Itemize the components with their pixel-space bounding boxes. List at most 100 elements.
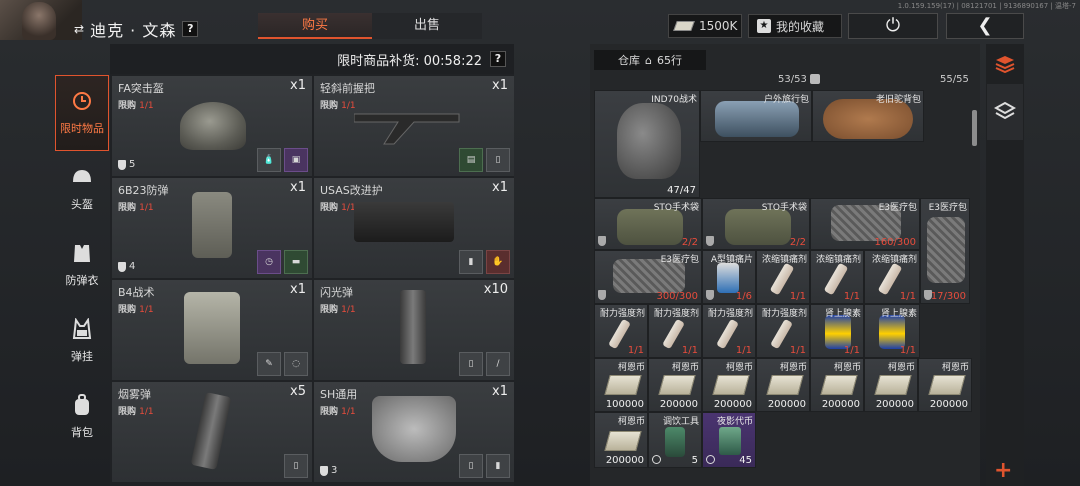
inv-coin-4[interactable]: 柯恩币 200000 (756, 358, 810, 412)
category-rig[interactable]: 弹挂 (55, 303, 109, 379)
chat-icon[interactable]: ◌ (284, 352, 308, 376)
pills-icon[interactable]: ▮ (486, 454, 510, 478)
cash-icon (673, 21, 695, 31)
required-items: ▯ ▮ (459, 454, 510, 478)
shop-item-6b23-vest[interactable]: 6B23防弹 限购 1/1 x1 4 ◷ ▬ (112, 178, 312, 278)
sort-button[interactable] (987, 84, 1023, 140)
category-vest[interactable]: 防弹衣 (55, 227, 109, 303)
kit-icon[interactable]: ▤ (459, 148, 483, 172)
gloves-icon[interactable]: ✋ (486, 250, 510, 274)
slot-count: 1/1 (899, 345, 916, 356)
knife-icon[interactable]: / (486, 352, 510, 376)
shop-item-sh-shield[interactable]: SH通用 限购 1/1 x1 3 ▯ ▮ (314, 382, 514, 482)
watch-icon[interactable]: ◷ (257, 250, 281, 274)
durability-value: 5 (129, 159, 136, 170)
category-limited[interactable]: 限时物品 (55, 75, 109, 151)
add-button[interactable]: + (994, 458, 1012, 483)
inv-adrenaline-1[interactable]: 肾上腺素 1/1 (810, 304, 864, 358)
inv-sto-bag-2[interactable]: STO手术袋 2/2 (702, 198, 810, 250)
warehouse-header[interactable]: 仓库 ⌂ 65行 (594, 50, 706, 70)
limit-value: 1/1 (139, 203, 154, 213)
inv-e3-medkit-b[interactable]: E3医疗包 217/300 (920, 198, 970, 304)
bottle-icon[interactable]: 🧴 (257, 148, 281, 172)
inv-coin-8[interactable]: 柯恩币 200000 (594, 412, 648, 468)
slot-count: 200000 (767, 399, 806, 410)
inv-stamina-2[interactable]: 耐力强度剂 1/1 (648, 304, 702, 358)
tab-sell[interactable]: 出售 (372, 13, 482, 39)
device-icon[interactable]: ▣ (284, 148, 308, 172)
inv-coin-1[interactable]: 柯恩币 100000 (594, 358, 648, 412)
player-portrait (0, 0, 82, 40)
shop-item-smoke[interactable]: 烟雾弹 限购 1/1 x5 ▯ (112, 382, 312, 482)
inv-coin-5[interactable]: 柯恩币 200000 (810, 358, 864, 412)
slot-count: 200000 (875, 399, 914, 410)
slot-count: 47/47 (667, 185, 696, 196)
shop-panel: 限时商品补货: 00:58:22 ? FA突击盔 限购 1/1 x1 5 🧴 ▣… (110, 44, 514, 486)
inv-coin-2[interactable]: 柯恩币 200000 (648, 358, 702, 412)
trader-screen: ⇄ 迪克 · 文森 ? 购买 出售 1500K ★ 我的收藏 ⏻ ❮ 1.0.1… (0, 0, 1080, 486)
stack-button[interactable] (987, 46, 1023, 82)
power-button[interactable]: ⏻ (848, 13, 938, 39)
inv-drink-tool[interactable]: 调饮工具 5 (648, 412, 702, 468)
inv-stamina-3[interactable]: 耐力强度剂 1/1 (702, 304, 756, 358)
warehouse-scrollbar[interactable] (972, 110, 977, 146)
favorites-button[interactable]: ★ 我的收藏 (748, 14, 842, 38)
clock-icon (71, 90, 93, 112)
restock-header: 限时商品补货: 00:58:22 ? (110, 44, 514, 74)
back-button[interactable]: ❮ (946, 13, 1024, 39)
slot-count: 300/300 (656, 291, 698, 302)
swap-icon[interactable]: ⇄ (74, 22, 84, 36)
category-helmet[interactable]: 头盔 (55, 151, 109, 227)
shop-item-fa-helmet[interactable]: FA突击盔 限购 1/1 x1 5 🧴 ▣ (112, 76, 312, 176)
slot-name: 肾上腺素 (824, 309, 861, 319)
category-backpack[interactable]: 背包 (55, 379, 109, 455)
shield-icon (706, 290, 714, 300)
durability-value: 4 (129, 261, 136, 272)
inv-concentrate-1[interactable]: 浓缩镇痛剂 1/1 (756, 250, 810, 304)
inv-coin-3[interactable]: 柯恩币 200000 (702, 358, 756, 412)
jar-icon[interactable]: ▯ (459, 352, 483, 376)
shop-item-b4-rig[interactable]: B4战术 限购 1/1 x1 ✎ ◌ (112, 280, 312, 380)
inv-stamina-1[interactable]: 耐力强度剂 1/1 (594, 304, 648, 358)
jar-icon[interactable]: ▯ (459, 454, 483, 478)
inv-sto-bag-1[interactable]: STO手术袋 2/2 (594, 198, 702, 250)
flashbang-image (400, 290, 426, 364)
slot-name: 耐力强度剂 (653, 309, 699, 319)
tab-buy[interactable]: 购买 (258, 13, 372, 39)
shop-item-grip[interactable]: 轻斜前握把 限购 1/1 x1 ▤ ▯ (314, 76, 514, 176)
shop-item-flashbang[interactable]: 闪光弹 限购 1/1 x10 ▯ / (314, 280, 514, 380)
can-icon[interactable]: ▯ (486, 148, 510, 172)
inv-travel-bag[interactable]: 户外旅行包 (700, 90, 812, 142)
shop-grid: FA突击盔 限购 1/1 x1 5 🧴 ▣ 轻斜前握把 限购 1/1 x1 ▤ … (110, 74, 514, 482)
jar-icon[interactable]: ▯ (284, 454, 308, 478)
slot-count: 1/1 (899, 291, 916, 302)
inv-camel-bag[interactable]: 老旧驼背包 (812, 90, 924, 142)
notebook-icon[interactable]: ▬ (284, 250, 308, 274)
slot-name: E3医疗包 (878, 203, 917, 213)
pen-icon[interactable]: ✎ (257, 352, 281, 376)
inv-e3-medkit-c[interactable]: E3医疗包 300/300 (594, 250, 702, 304)
inv-coin-6[interactable]: 柯恩币 200000 (864, 358, 918, 412)
inv-coin-7[interactable]: 柯恩币 200000 (918, 358, 972, 412)
inv-painkiller-a[interactable]: A型镇痛片 1/6 (702, 250, 756, 304)
slot-count: 1/1 (735, 345, 752, 356)
visor-image (372, 396, 456, 462)
category-label: 头盔 (71, 198, 93, 211)
inv-adrenaline-2[interactable]: 肾上腺素 1/1 (864, 304, 920, 358)
inv-stamina-4[interactable]: 耐力强度剂 1/1 (756, 304, 810, 358)
slot-name: 柯恩币 (941, 363, 969, 373)
inv-ind70[interactable]: IND70战术 47/47 (594, 90, 700, 198)
help-icon[interactable]: ? (182, 21, 199, 37)
inv-concentrate-2[interactable]: 浓缩镇痛剂 1/1 (810, 250, 864, 304)
inv-night-token[interactable]: 夜影代币 45 (702, 412, 756, 468)
syringe-image (877, 262, 903, 296)
helmet-icon (71, 166, 93, 188)
help-icon[interactable]: ? (490, 51, 506, 67)
inv-e3-medkit-a[interactable]: E3医疗包 160/300 (810, 198, 920, 250)
category-label: 防弹衣 (65, 274, 99, 287)
spray-icon[interactable]: ▮ (459, 250, 483, 274)
shop-item-usas-guard[interactable]: USAS改进护 限购 1/1 x1 ▮ ✋ (314, 178, 514, 278)
slot-count: 1/1 (843, 345, 860, 356)
inv-concentrate-3[interactable]: 浓缩镇痛剂 1/1 (864, 250, 920, 304)
item-qty: x1 (492, 78, 508, 93)
